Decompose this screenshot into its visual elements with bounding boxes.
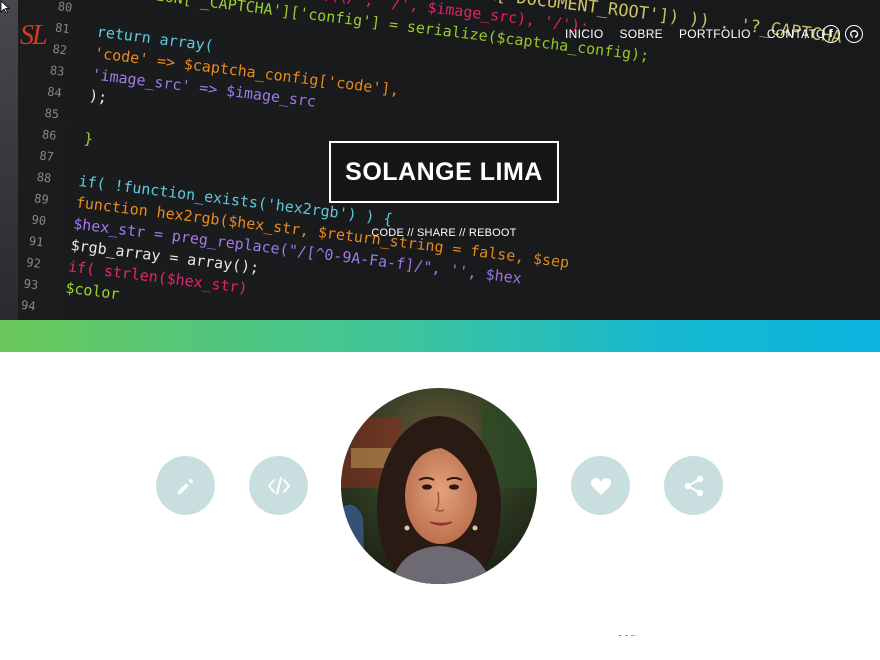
nav-item-sobre[interactable]: SOBRE	[619, 27, 663, 41]
hero-banner: strlen( realpath($_SERVER['DOCUMENT_ROOT…	[0, 0, 880, 320]
github-cat-icon	[849, 29, 858, 38]
code-action-button[interactable]	[249, 456, 308, 515]
facebook-icon[interactable]: f	[822, 25, 840, 43]
edit-action-button[interactable]	[156, 456, 215, 515]
code-icon	[267, 476, 290, 495]
share-icon	[684, 475, 703, 496]
nav-item-inicio[interactable]: INICIO	[565, 27, 603, 41]
nav-item-contato[interactable]: CONTATO	[767, 27, 826, 41]
decorative-dots	[619, 635, 635, 636]
github-icon[interactable]	[845, 25, 863, 43]
profile-photo	[341, 388, 537, 584]
site-logo[interactable]: SL	[20, 20, 48, 52]
profile-avatar	[341, 388, 537, 584]
social-links: f	[822, 25, 863, 43]
main-nav: INICIO SOBRE PORTFOLIO CONTATO	[565, 27, 842, 41]
site-tagline: CODE // SHARE // REBOOT	[371, 227, 517, 239]
like-action-button[interactable]	[571, 456, 630, 515]
nav-item-portfolio[interactable]: PORTFOLIO	[679, 27, 751, 41]
share-action-button[interactable]	[664, 456, 723, 515]
pencil-icon	[177, 478, 193, 494]
site-title: SOLANGE LIMA	[345, 157, 543, 186]
mouse-cursor-icon	[0, 0, 10, 14]
site-title-box: SOLANGE LIMA	[329, 141, 559, 203]
gradient-band	[0, 320, 880, 352]
heart-icon	[590, 477, 611, 495]
